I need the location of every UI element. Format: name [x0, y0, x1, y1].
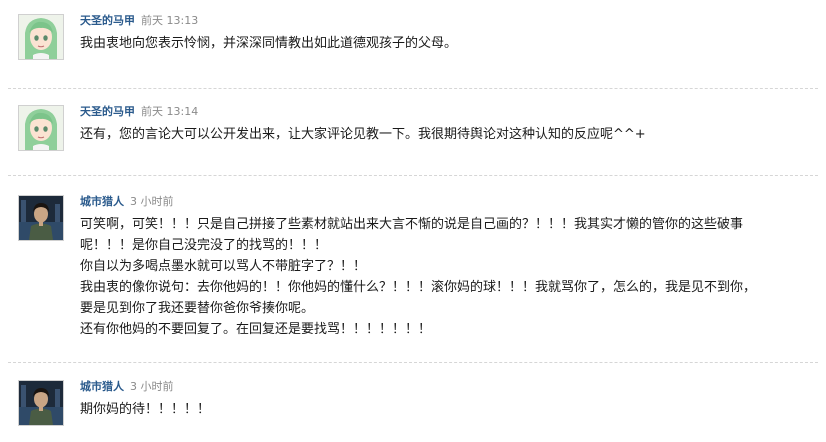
author-name[interactable]: 天圣的马甲	[80, 14, 135, 27]
comment-body: 可笑啊，可笑！！！只是自己拼接了些素材就站出来大言不惭的说是自己画的？！！！我其…	[80, 214, 810, 340]
avatar[interactable]	[18, 105, 64, 151]
comment-line: 还有你他妈的不要回复了。在回复还是要找骂！！！！！！！	[80, 322, 432, 337]
author-name[interactable]: 城市猎人	[80, 380, 124, 393]
comment-time: 3 小时前	[130, 195, 174, 208]
comment-divider	[8, 175, 818, 176]
comment-time: 3 小时前	[130, 380, 174, 393]
comment-line: 我由衷的像你说句：去你他妈的！！你他妈的懂什么？！！！滚你妈的球！！！我就骂你了…	[80, 280, 757, 295]
comment-time: 前天 13:13	[141, 14, 199, 27]
comment-meta: 城市猎人 3 小时前	[80, 195, 174, 209]
comment-body: 期你妈的待！！！！！	[80, 399, 810, 420]
comment-line: 期你妈的待！！！！！	[80, 402, 211, 417]
comment-line: 呢！！！是你自己没完没了的找骂的！！！	[80, 238, 328, 253]
comment-line: 还有，您的言论大可以公开发出来，让大家评论见教一下。我很期待舆论对这种认知的反应…	[80, 127, 646, 142]
avatar[interactable]	[18, 380, 64, 426]
comment-meta: 天圣的马甲 前天 13:13	[80, 14, 198, 28]
comment-time: 前天 13:14	[141, 105, 199, 118]
avatar[interactable]	[18, 195, 64, 241]
comment-body: 我由衷地向您表示怜悯，并深深同情教出如此道德观孩子的父母。	[80, 33, 810, 54]
author-name[interactable]: 天圣的马甲	[80, 105, 135, 118]
comment-meta: 天圣的马甲 前天 13:14	[80, 105, 198, 119]
comment-divider	[8, 362, 818, 363]
comment-line: 可笑啊，可笑！！！只是自己拼接了些素材就站出来大言不惭的说是自己画的？！！！我其…	[80, 217, 744, 232]
comment-line: 要是见到你了我还要替你爸你爷揍你呢。	[80, 301, 315, 316]
anime-girl-green-hair-avatar-icon	[19, 106, 63, 150]
avatar[interactable]	[18, 14, 64, 60]
city-hunter-avatar-icon	[19, 381, 63, 425]
comment-divider	[8, 88, 818, 89]
anime-girl-green-hair-avatar-icon	[19, 15, 63, 59]
comment-meta: 城市猎人 3 小时前	[80, 380, 174, 394]
comment-line: 我由衷地向您表示怜悯，并深深同情教出如此道德观孩子的父母。	[80, 36, 458, 51]
city-hunter-avatar-icon	[19, 196, 63, 240]
comment-body: 还有，您的言论大可以公开发出来，让大家评论见教一下。我很期待舆论对这种认知的反应…	[80, 124, 810, 145]
author-name[interactable]: 城市猎人	[80, 195, 124, 208]
comment-line: 你自以为多喝点墨水就可以骂人不带脏字了？！！	[80, 259, 367, 274]
